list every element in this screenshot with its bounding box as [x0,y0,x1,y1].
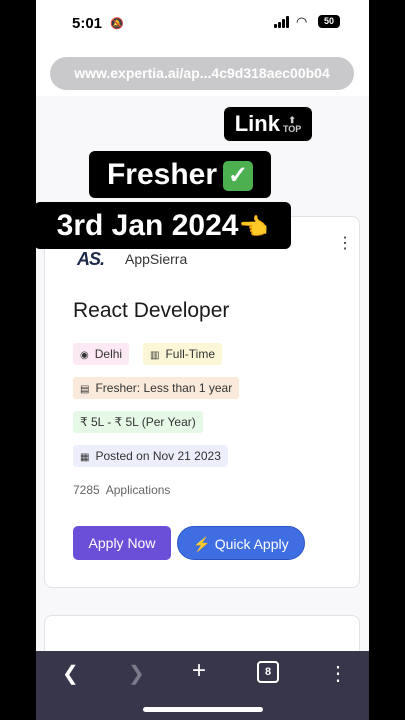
company-logo: AS. [77,249,105,269]
company-name[interactable]: AppSierra [125,251,187,267]
bell-slash-icon: 🔕 [110,18,124,30]
experience-chip: ▤ Fresher: Less than 1 year [73,377,240,399]
job-type-text: Full-Time [165,347,216,361]
top-arrow-icon: ⬆ TOP [282,115,302,135]
tabs-button[interactable]: 8 [257,661,279,683]
location-text: Delhi [94,347,123,361]
lightning-icon: ⚡ [193,536,211,552]
apply-now-button[interactable]: Apply Now [73,526,171,560]
posted-chip: ▦ Posted on Nov 21 2023 [73,445,228,467]
phone-screen: 5:01 🔕 ◠ 50 www.expertia.ai/ap...4c9d318… [36,0,369,720]
building-icon: ▥ [150,350,160,361]
signal-icon [274,16,289,28]
more-icon[interactable]: ⋮ [328,661,348,686]
back-icon[interactable]: ❮ [62,661,79,686]
job-card[interactable]: AS. AppSierra ⋮ React Developer ◉ Delhi ▥… [44,216,360,588]
fresher-banner: Fresher ✓ [89,151,271,198]
home-indicator [143,707,263,712]
salary-chip: ₹ 5L - ₹ 5L (Per Year) [73,411,203,433]
status-time: 5:01 [72,15,103,32]
salary-text: ₹ 5L - ₹ 5L (Per Year) [80,415,196,429]
more-options-icon[interactable]: ⋮ [337,233,353,253]
check-icon: ✓ [223,161,254,192]
location-chip: ◉ Delhi [73,343,130,365]
status-bar: 5:01 🔕 ◠ 50 [36,0,369,48]
calendar-icon: ▦ [80,452,90,463]
plus-icon[interactable]: + [192,657,206,685]
battery-icon: 50 [318,15,340,28]
posted-text: Posted on Nov 21 2023 [95,449,221,463]
pointing-hand-icon: 👈 [238,214,269,241]
quick-apply-button[interactable]: ⚡ Quick Apply [177,526,305,560]
forward-icon[interactable]: ❯ [128,661,145,686]
wifi-icon: ◠ [296,14,308,29]
url-bar[interactable]: www.expertia.ai/ap...4c9d318aec00b04 [50,57,354,90]
applications-count: 7285 Applications [73,483,171,497]
location-pin-icon: ◉ [80,350,89,361]
briefcase-icon: ▤ [80,384,90,395]
link-top-banner: Link ⬆ TOP [224,107,312,141]
job-type-chip: ▥ Full-Time [143,343,223,365]
experience-text: Fresher: Less than 1 year [95,381,233,395]
date-banner: 3rd Jan 2024👈 [34,202,291,249]
job-title[interactable]: React Developer [73,299,229,323]
